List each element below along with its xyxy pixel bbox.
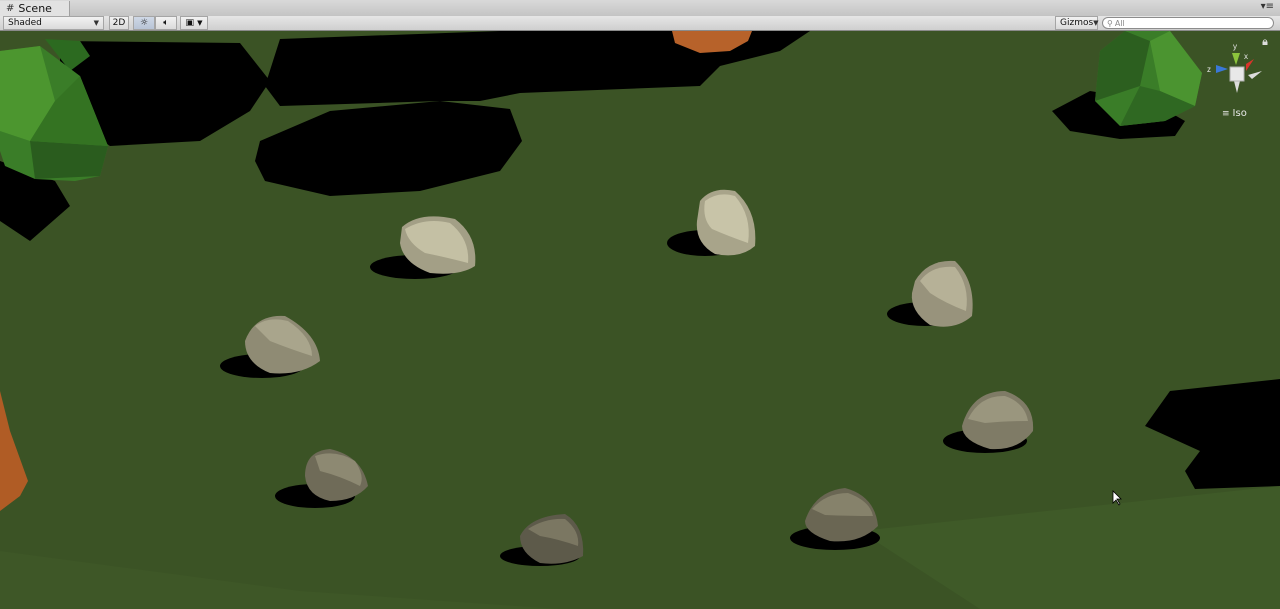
audio-icon: 🔈︎ xyxy=(163,18,169,28)
tab-bar: # Scene ▾≡ xyxy=(0,0,1280,17)
2d-toggle-label: 2D xyxy=(112,18,126,28)
projection-toggle[interactable]: ≡ Iso xyxy=(1222,108,1247,119)
effects-dropdown[interactable]: ▣ ▼ xyxy=(180,16,208,30)
lighting-icon: ☼ xyxy=(139,18,149,28)
scene-viewport[interactable]: y x z ≡ Iso xyxy=(0,31,1280,609)
gizmos-dropdown[interactable]: Gizmos ▼ xyxy=(1055,16,1099,30)
tree-foliage xyxy=(30,141,108,179)
search-placeholder: All xyxy=(1114,18,1125,28)
scene-toolbar: Shaded ▼ 2D ☼ 🔈︎ ▣ ▼ Gizmos ▼ ⚲ All xyxy=(0,16,1280,31)
tab-scene[interactable]: # Scene xyxy=(0,1,70,16)
chevron-down-icon: ▼ xyxy=(93,19,99,27)
tab-menu-icon[interactable]: ▾≡ xyxy=(1261,1,1274,12)
iso-icon: ≡ xyxy=(1222,108,1230,119)
gizmo-y-label: y xyxy=(1233,42,1237,51)
effects-icon: ▣ xyxy=(185,18,195,28)
projection-label: Iso xyxy=(1232,108,1247,119)
tab-scene-label: Scene xyxy=(18,2,52,15)
lock-icon[interactable] xyxy=(1262,39,1268,45)
chevron-down-icon: ▼ xyxy=(197,19,203,27)
scene-grid-icon: # xyxy=(6,3,15,14)
gizmos-label: Gizmos xyxy=(1060,18,1094,28)
2d-toggle-button[interactable]: 2D xyxy=(109,16,129,30)
gizmo-center-cube xyxy=(1229,66,1245,82)
search-icon: ⚲ xyxy=(1107,18,1113,28)
shading-mode-dropdown[interactable]: Shaded ▼ xyxy=(3,16,104,30)
gizmo-z-label: z xyxy=(1207,65,1211,74)
chevron-down-icon: ▼ xyxy=(1093,19,1099,27)
hierarchy-search-input[interactable]: ⚲ All xyxy=(1102,17,1274,29)
gizmo-x-label: x xyxy=(1244,52,1248,61)
audio-toggle-button[interactable]: 🔈︎ xyxy=(155,16,177,30)
shading-mode-label: Shaded xyxy=(8,18,42,28)
lighting-toggle-button[interactable]: ☼ xyxy=(133,16,155,30)
scene-render: y x z xyxy=(0,31,1280,609)
